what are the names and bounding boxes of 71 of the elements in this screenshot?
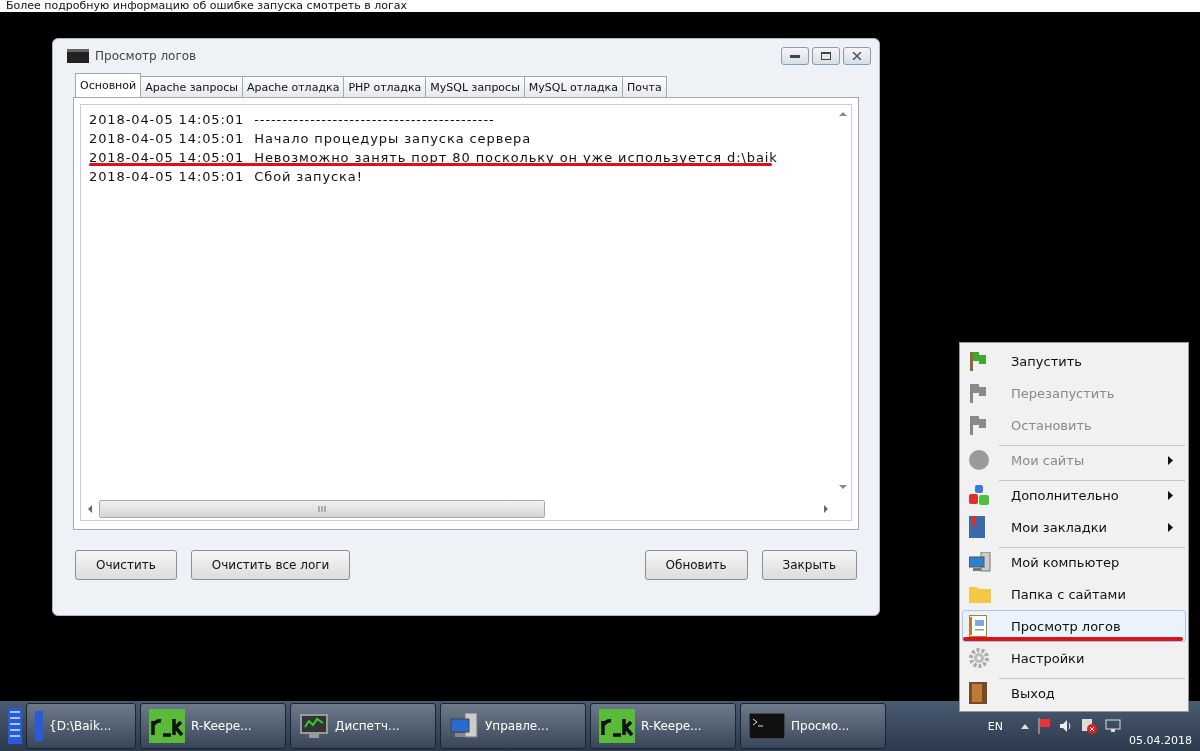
taskbar-button[interactable]: Управле...: [440, 703, 586, 749]
menu-item[interactable]: Дополнительно: [962, 479, 1186, 511]
tab[interactable]: MySQL запросы: [425, 76, 525, 97]
log-line: 2018-04-05 14:05:01 Сбой запуска!: [89, 169, 363, 185]
menu-item[interactable]: Мои закладки: [962, 511, 1186, 543]
menu-item[interactable]: Просмотр логов: [962, 610, 1186, 642]
circle-icon: [969, 450, 989, 470]
show-hidden-icons-icon[interactable]: [1021, 723, 1029, 729]
grip-icon: [317, 505, 327, 513]
clock-date[interactable]: 05.04.2018: [1129, 734, 1192, 747]
caption-text: Более подробную информацию об ошибке запуска смотреть в логах: [6, 0, 408, 12]
speaker-icon[interactable]: [1059, 719, 1073, 733]
scroll-up-icon[interactable]: [839, 111, 847, 117]
dialog-button[interactable]: Очистить все логи: [190, 550, 351, 580]
submenu-arrow-icon: [1168, 490, 1173, 500]
tab[interactable]: Apache запросы: [140, 76, 243, 97]
tab[interactable]: Apache отладка: [241, 76, 345, 97]
settings-icon: [969, 648, 989, 668]
submenu-arrow-icon: [1168, 455, 1173, 465]
log-line: 2018-04-05 14:05:01 -------------------------------------------: [89, 112, 495, 128]
scroll-down-icon[interactable]: [839, 484, 847, 490]
book-icon: [969, 516, 985, 538]
door-icon: [969, 682, 987, 704]
computer-icon: [449, 713, 479, 739]
network-error-icon[interactable]: [1081, 718, 1097, 734]
taskbar-button[interactable]: R-Keepe...: [140, 703, 286, 749]
flag-icon: [969, 351, 987, 371]
flag-icon[interactable]: [1037, 718, 1051, 734]
network-icon[interactable]: [1105, 719, 1121, 733]
computer-icon: [969, 552, 991, 572]
maximize-button[interactable]: [812, 47, 840, 65]
console-icon: [749, 713, 785, 739]
language-indicator[interactable]: EN: [987, 719, 1003, 733]
document-icon: [969, 615, 987, 637]
close-icon: [852, 52, 862, 60]
taskbar-button[interactable]: Диспетч...: [290, 703, 436, 749]
scroll-left-icon[interactable]: [87, 505, 93, 513]
taskbar-button[interactable]: R-Keepe...: [590, 703, 736, 749]
submenu-arrow-icon: [1168, 522, 1173, 532]
log-line: 2018-04-05 14:05:01 Невозможно занять порт 80 поскольку он уже используется d:\baik: [89, 150, 778, 166]
blocks-icon: [969, 485, 989, 505]
menu-item[interactable]: Выход: [962, 677, 1186, 709]
dialog-button[interactable]: Обновить: [644, 550, 748, 580]
monitor-icon: [299, 713, 329, 739]
minimize-button[interactable]: [781, 47, 809, 65]
dialog-button[interactable]: Очистить: [75, 550, 177, 580]
window-title: Просмотр логов: [95, 49, 197, 63]
flag-icon: [969, 415, 987, 435]
minimize-icon: [790, 54, 800, 58]
menu-item[interactable]: Папка с сайтами: [962, 578, 1186, 610]
dialog-button[interactable]: Закрыть: [761, 550, 857, 580]
menu-item[interactable]: Запустить: [962, 345, 1186, 377]
scroll-right-icon[interactable]: [823, 505, 829, 513]
tab[interactable]: MySQL отладка: [523, 76, 623, 97]
start-icon: [8, 708, 22, 744]
maximize-icon: [821, 52, 831, 60]
log-line: 2018-04-05 14:05:01 Начало процедуры запуска сервера: [89, 131, 532, 147]
console-icon: [67, 49, 89, 63]
menu-item[interactable]: Настройки: [962, 642, 1186, 674]
taskbar-button[interactable]: Просмо...: [740, 703, 886, 749]
folder-icon: [969, 585, 991, 603]
tab[interactable]: Почта: [622, 76, 667, 97]
app-logo-icon: [149, 709, 185, 743]
menu-item[interactable]: Мой компьютер: [962, 546, 1186, 578]
flag-icon: [969, 383, 987, 403]
app-logo-icon: [599, 709, 635, 743]
tab[interactable]: Основной: [75, 73, 142, 97]
close-button[interactable]: [843, 47, 871, 65]
taskbar-button[interactable]: {D:\Baik...: [26, 703, 136, 749]
scroll-thumb[interactable]: [99, 500, 545, 518]
tab[interactable]: PHP отладка: [343, 76, 427, 97]
